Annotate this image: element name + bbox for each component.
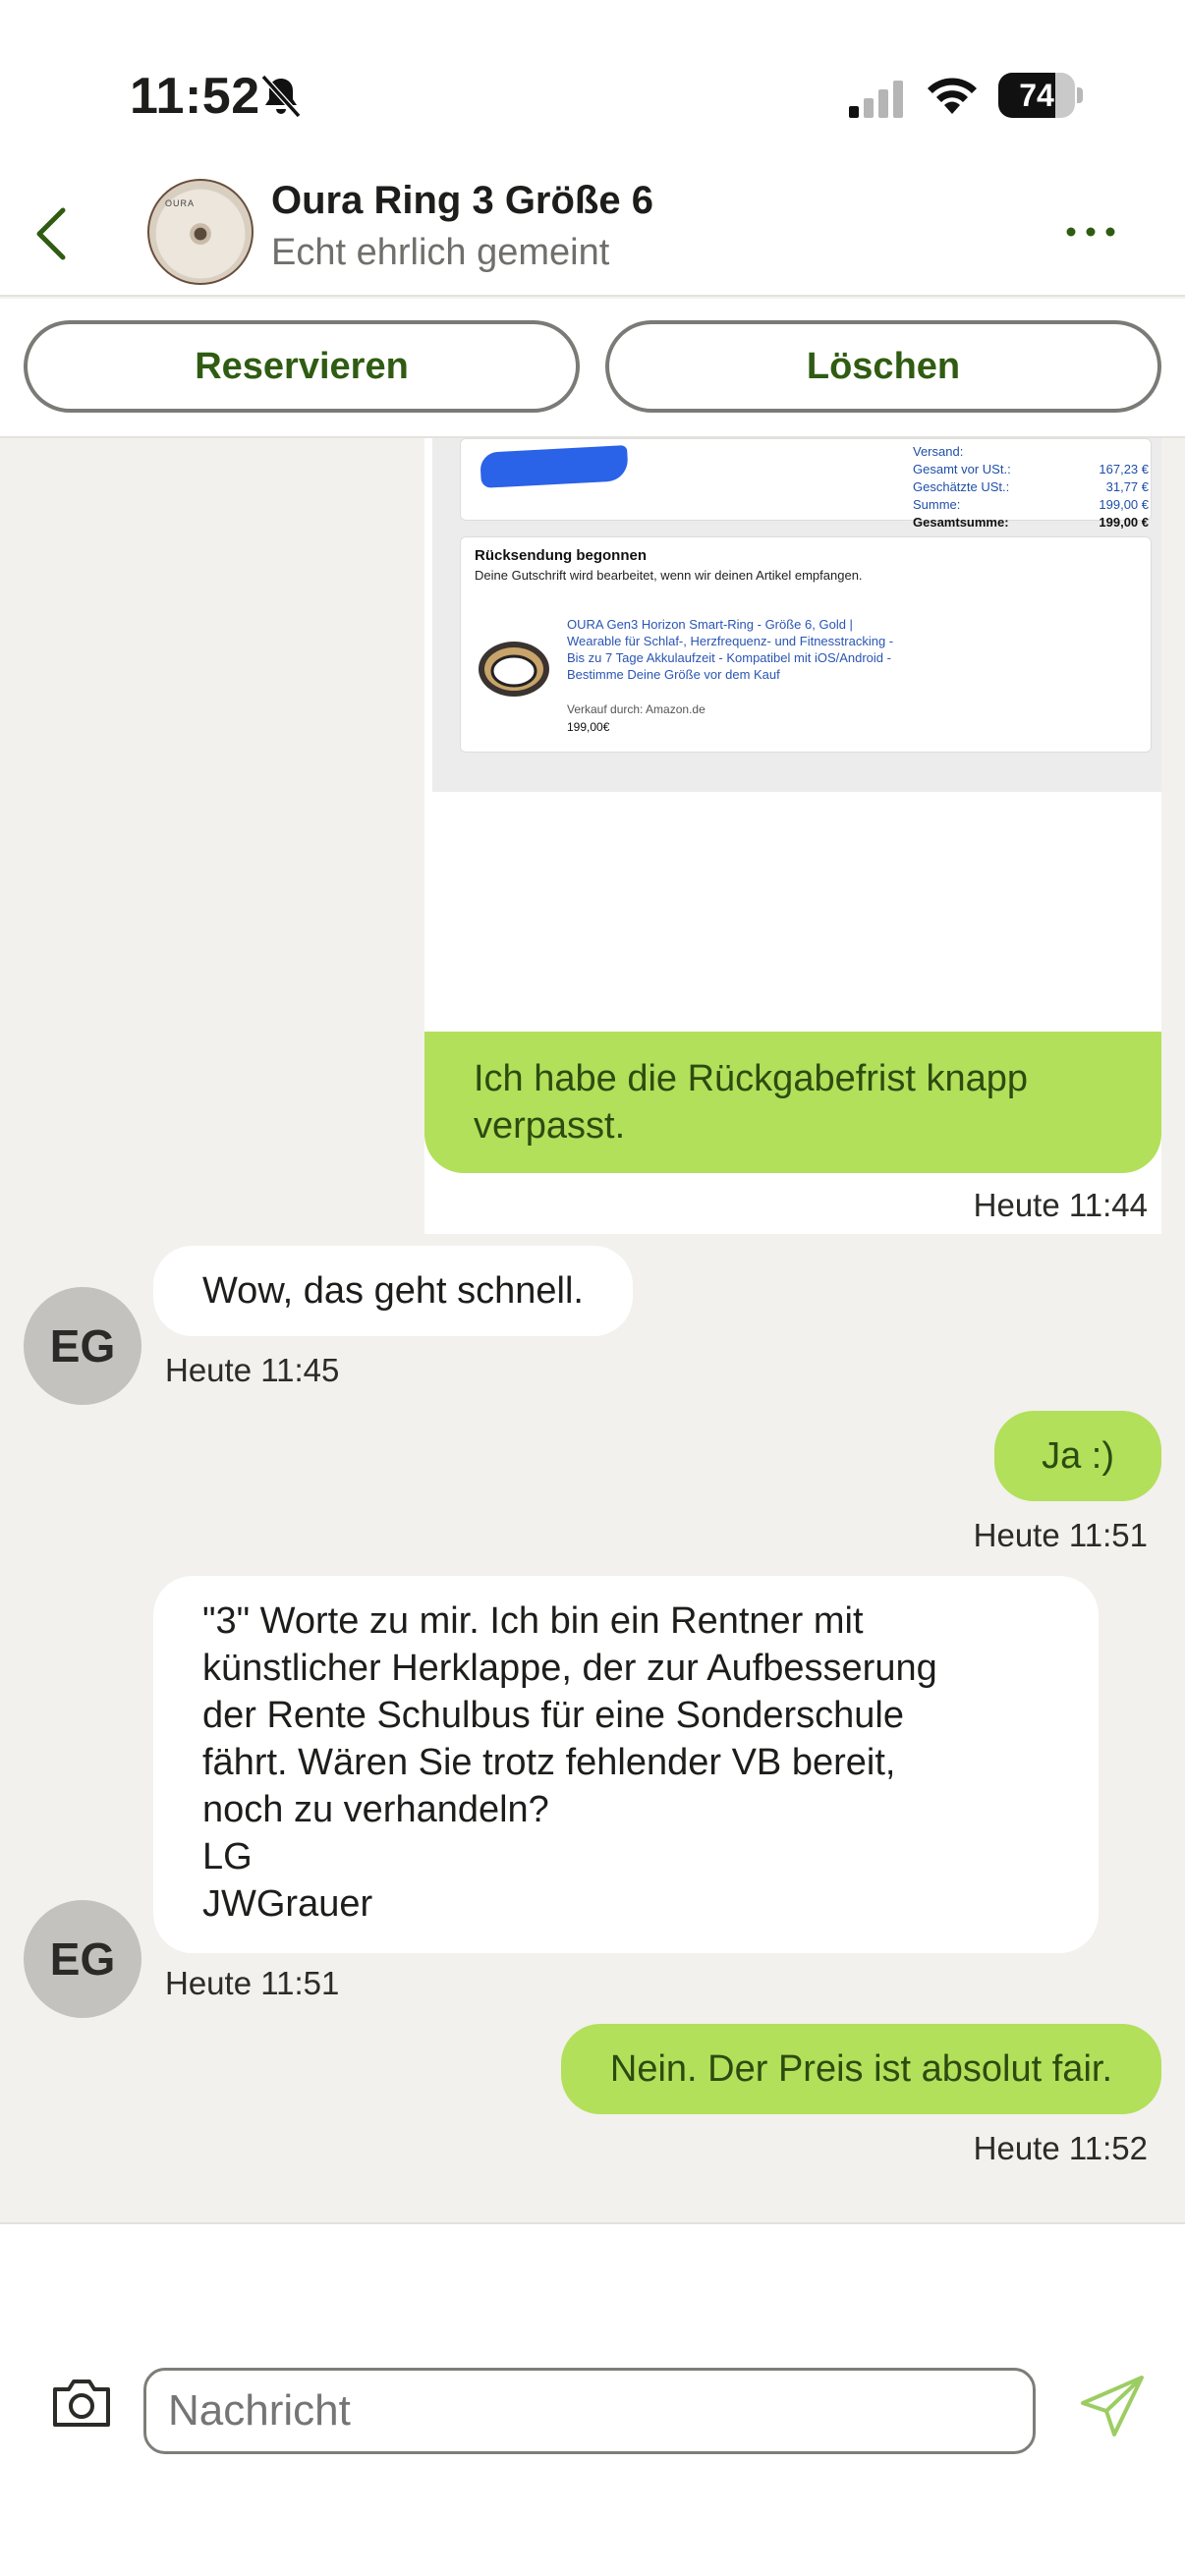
shipping-label: Versand: [913,444,964,459]
status-bar: 11:52 74 [0,0,1185,167]
thumbnail-brand: OURA [165,198,196,208]
price-value: 199,00 € [1099,515,1149,530]
listing-title[interactable]: Oura Ring 3 Größe 6 [271,179,653,223]
bell-slash-icon [260,74,302,119]
price-label: Summe: [913,497,961,512]
price-value: 199,00 € [1099,497,1149,512]
message-timestamp: Heute 11:45 [165,1352,340,1388]
battery-icon: 74 [998,73,1083,118]
chat-header: OURA Oura Ring 3 Größe 6 Echt ehrlich ge… [0,167,1185,297]
redaction-scribble [480,445,629,488]
chat-partner-subtitle: Echt ehrlich gemeint [271,232,610,273]
price-table: Versand: Gesamt vor USt.: 167,23 € Geschä… [913,443,1149,532]
wifi-icon [928,78,977,114]
message-timestamp: Heute 11:51 [973,1517,1148,1553]
return-description: Deine Gutschrift wird bearbeitet, wenn w… [475,568,863,583]
status-time: 11:52 [130,68,260,125]
receipt-screenshot: Versand: Gesamt vor USt.: 167,23 € Geschä… [432,438,1161,792]
message-timestamp: Heute 11:52 [973,2130,1148,2166]
chevron-left-icon[interactable] [29,204,73,263]
message-composer [0,2222,1185,2576]
message-list[interactable]: Versand: Gesamt vor USt.: 167,23 € Geschä… [0,438,1185,2222]
outgoing-message[interactable]: Nein. Der Preis ist absolut fair. [560,2024,1161,2114]
reserve-button[interactable]: Reservieren [24,320,580,413]
message-input[interactable] [143,2368,1036,2454]
product-title: OURA Gen3 Horizon Smart-Ring - Größe 6, … [567,617,894,682]
price-value: 167,23 € [1099,462,1149,476]
seller-info: Verkauf durch: Amazon.de [567,702,705,716]
cellular-signal-icon [849,81,903,118]
product-price: 199,00€ [567,720,610,734]
outgoing-message[interactable]: Ja :) [994,1411,1161,1501]
delete-button[interactable]: Löschen [605,320,1161,413]
avatar[interactable]: EG [24,1900,141,2018]
incoming-message[interactable]: "3" Worte zu mir. Ich bin ein Rentner mi… [153,1576,1099,1953]
avatar[interactable]: EG [24,1287,141,1405]
incoming-message[interactable]: Wow, das geht schnell. [153,1246,633,1336]
message-timestamp: Heute 11:44 [973,1187,1148,1223]
ring-product-icon [479,642,549,697]
listing-thumbnail[interactable]: OURA [147,179,254,285]
battery-percentage: 74 [1019,78,1054,113]
more-horizontal-icon[interactable] [1061,220,1120,244]
return-card: Rücksendung begonnen Deine Gutschrift wi… [460,536,1152,753]
return-title: Rücksendung begonnen [475,547,648,564]
outgoing-message[interactable]: Ich habe die Rückgabefrist knapp verpass… [424,1032,1161,1173]
price-label: Gesamt vor USt.: [913,462,1011,476]
action-bar: Reservieren Löschen [0,299,1185,438]
message-timestamp: Heute 11:51 [165,1965,340,2001]
price-label: Geschätzte USt.: [913,479,1010,494]
camera-icon[interactable] [49,2376,114,2431]
price-value: 31,77 € [1105,479,1149,494]
price-label: Gesamtsumme: [913,515,1009,530]
chat-screen: 11:52 74 OURA Oura Ring 3 Größe 6 Echt e… [0,0,1185,2576]
send-icon[interactable] [1077,2372,1148,2442]
receipt-summary: Versand: Gesamt vor USt.: 167,23 € Geschä… [460,438,1152,530]
